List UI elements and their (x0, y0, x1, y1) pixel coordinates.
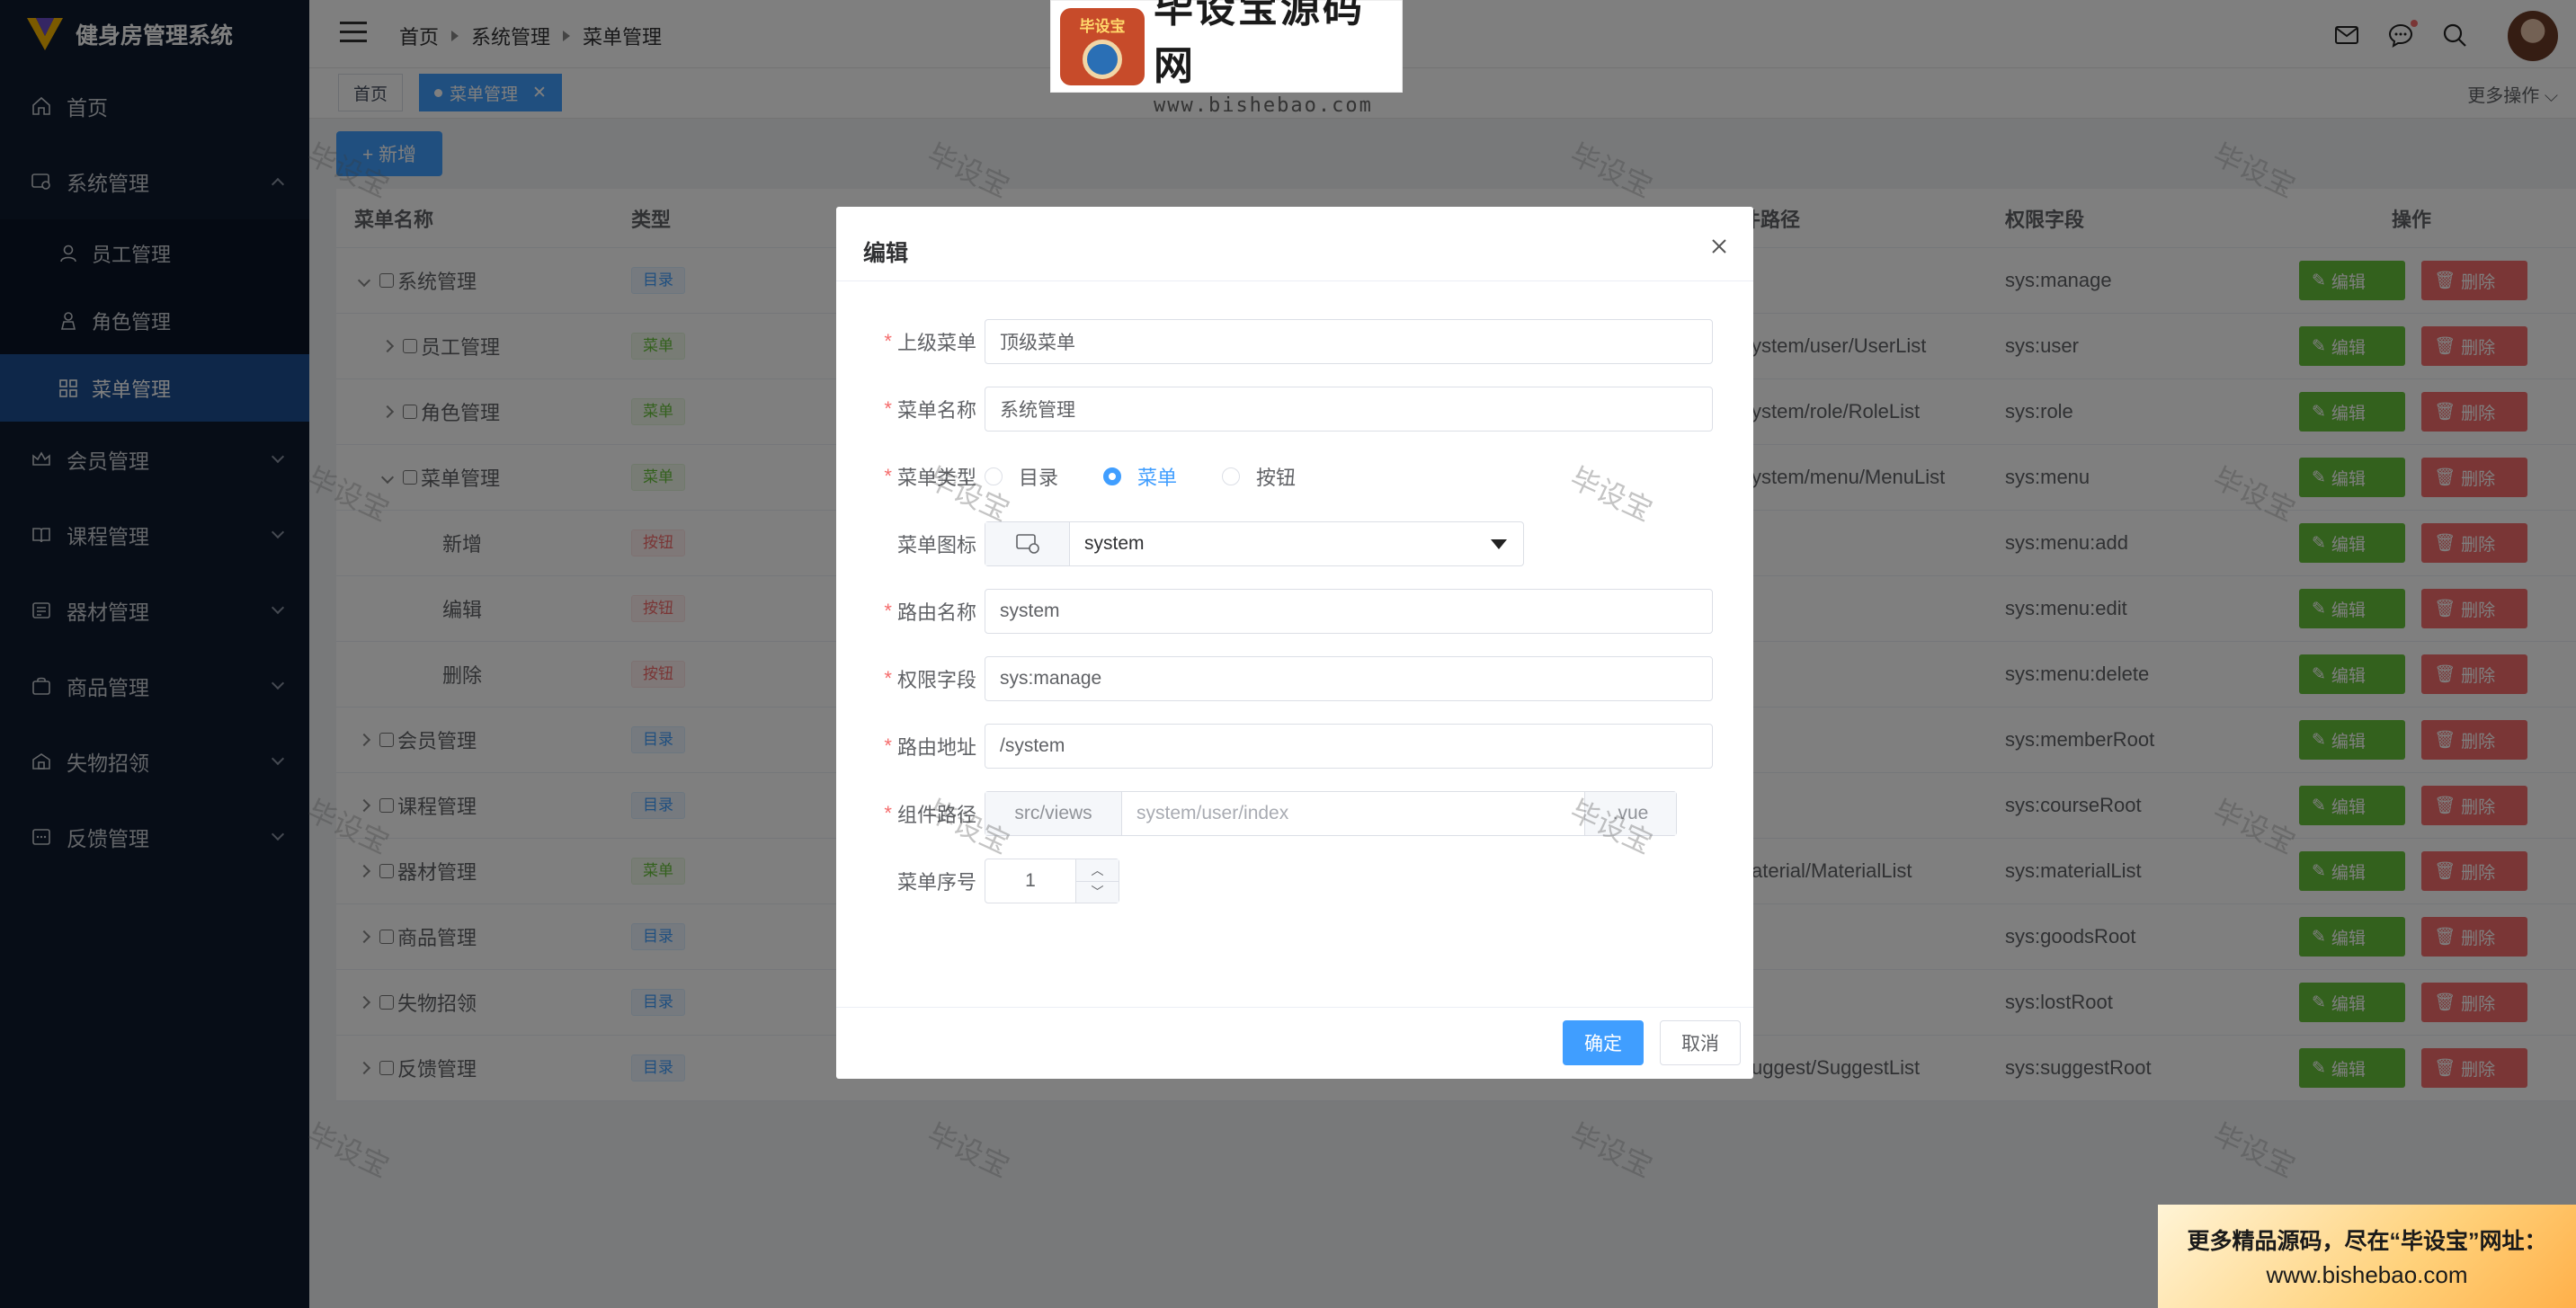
close-icon[interactable] (1708, 236, 1730, 257)
component-suffix: .vue (1584, 792, 1676, 835)
form-row-component: * 组件路径 src/views system/user/index .vue (836, 791, 1753, 836)
route-path-input[interactable]: /system (985, 724, 1713, 769)
decrement-icon[interactable]: ﹀ (1076, 882, 1119, 903)
radio-menu[interactable]: 菜单 (1103, 462, 1177, 491)
route-name-input[interactable]: system (985, 589, 1713, 634)
banner-url: www.bishebao.com (1153, 94, 1373, 117)
edit-dialog: 编辑 * 上级菜单 顶级菜单 * 菜单名称 系统管理 * 菜单类型 目录 菜单 按钮 … (836, 207, 1753, 1079)
form-row-route-name: * 路由名称 system (836, 589, 1753, 634)
divider (836, 1007, 1753, 1008)
menu-icon-select[interactable]: system (985, 521, 1524, 566)
menu-name-input[interactable]: 系统管理 (985, 387, 1713, 432)
radio-directory[interactable]: 目录 (985, 462, 1058, 491)
form-row-icon: 菜单图标 system (836, 521, 1753, 566)
menu-type-radio-group: 目录 菜单 按钮 (985, 454, 1296, 499)
permission-input[interactable]: sys:manage (985, 656, 1713, 701)
site-banner: 毕设宝 毕设宝源码网 www.bishebao.com (1050, 0, 1403, 117)
site-logo-icon: 毕设宝 (1060, 7, 1145, 85)
form-row-perm: * 权限字段 sys:manage (836, 656, 1753, 701)
form-row-parent: * 上级菜单 顶级菜单 (836, 319, 1753, 364)
form-row-route-path: * 路由地址 /system (836, 724, 1753, 769)
caret-down-icon (1491, 539, 1507, 549)
promo-banner: 更多精品源码，尽在“毕设宝”网址： www.bishebao.com (2158, 1205, 2576, 1308)
banner-title: 毕设宝源码网 (1153, 0, 1365, 88)
component-path-input[interactable]: system/user/index (1122, 792, 1584, 835)
confirm-button[interactable]: 确定 (1563, 1020, 1644, 1065)
order-stepper[interactable]: 1 ︿ ﹀ (985, 859, 1119, 903)
form-row-order: 菜单序号 1 ︿ ﹀ (836, 859, 1753, 903)
system-icon (1015, 534, 1039, 554)
form-row-name: * 菜单名称 系统管理 (836, 387, 1753, 432)
component-path-group: src/views system/user/index .vue (985, 791, 1677, 836)
dialog-title: 编辑 (863, 241, 909, 266)
cancel-button[interactable]: 取消 (1660, 1020, 1741, 1065)
parent-menu-select[interactable]: 顶级菜单 (985, 319, 1713, 364)
increment-icon[interactable]: ︿ (1076, 859, 1119, 882)
component-prefix: src/views (985, 792, 1122, 835)
radio-button[interactable]: 按钮 (1222, 462, 1296, 491)
form-row-type: * 菜单类型 目录 菜单 按钮 (836, 454, 1753, 499)
divider (836, 280, 1753, 281)
